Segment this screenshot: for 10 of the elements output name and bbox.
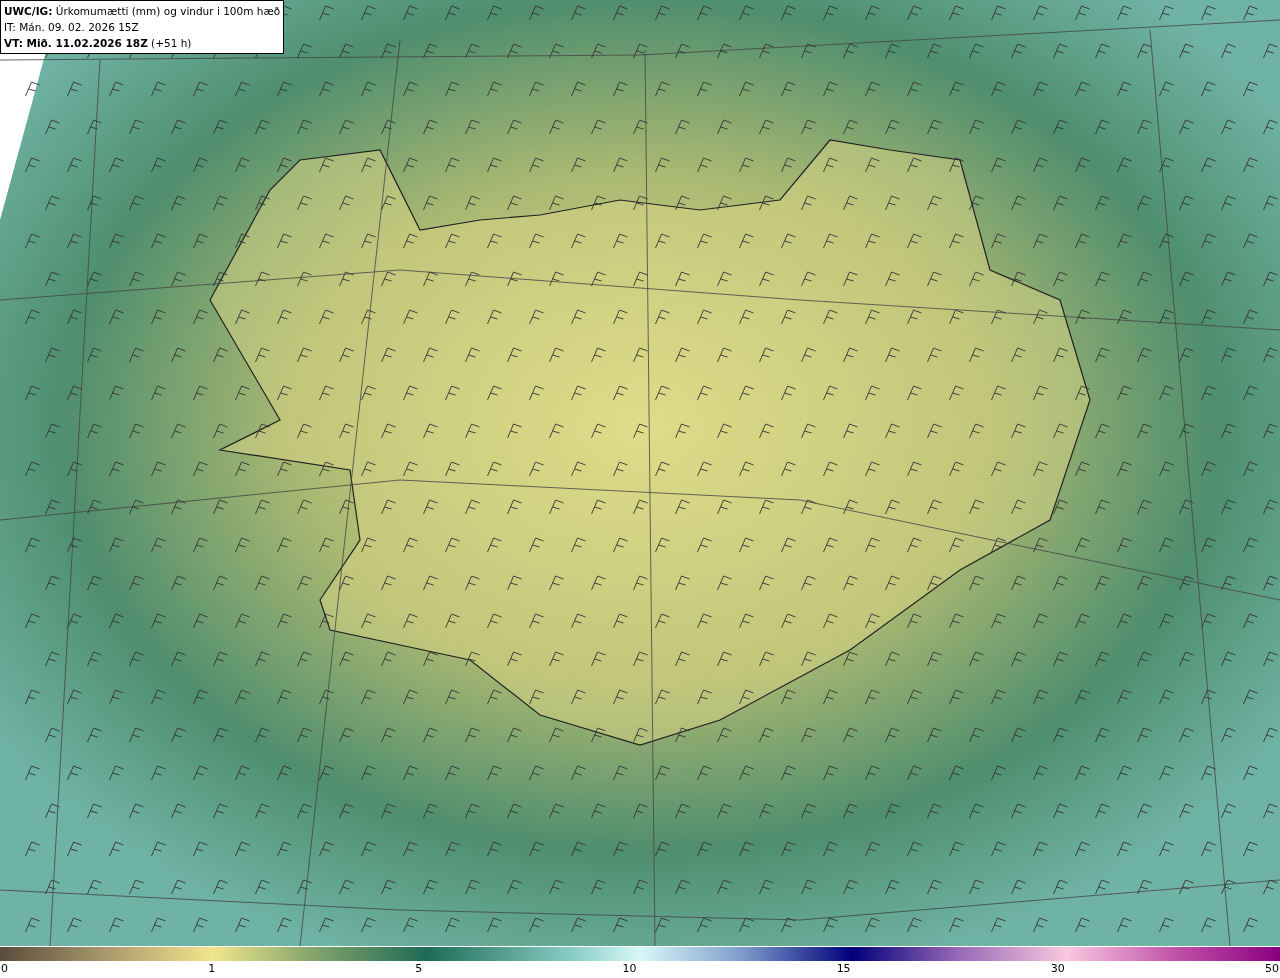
header-line: IT: Mán. 09. 02. 2026 15Z [4, 20, 140, 35]
scale-label: 10 [622, 961, 637, 977]
header-line: VT: Mið. 11.02.2026 18Z (+51 h) [4, 36, 193, 51]
scale-label: 15 [836, 961, 851, 977]
scale-label: 50 [1264, 961, 1279, 977]
scale-label: 30 [1050, 961, 1065, 977]
scale-label: 0 [1, 961, 8, 977]
scale-label: 5 [415, 961, 423, 977]
header-line: UWC/IG: Úrkomumætti (mm) og vindur i 100m hæð [4, 4, 281, 19]
scale-label: 1 [208, 961, 216, 977]
